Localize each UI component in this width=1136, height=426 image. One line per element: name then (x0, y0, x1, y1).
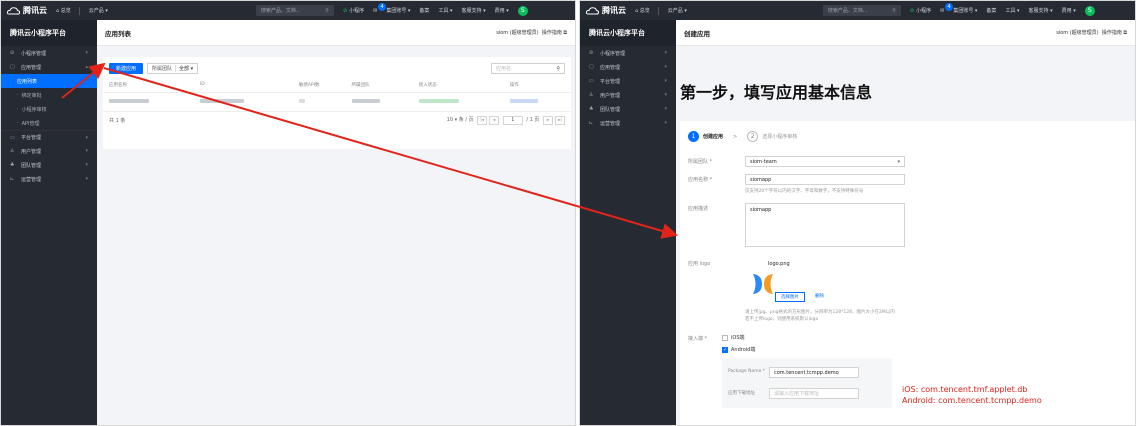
arrow-to-create-button (61, 62, 106, 99)
arrow-to-create-form (103, 67, 678, 239)
annotation-arrows (61, 62, 678, 239)
